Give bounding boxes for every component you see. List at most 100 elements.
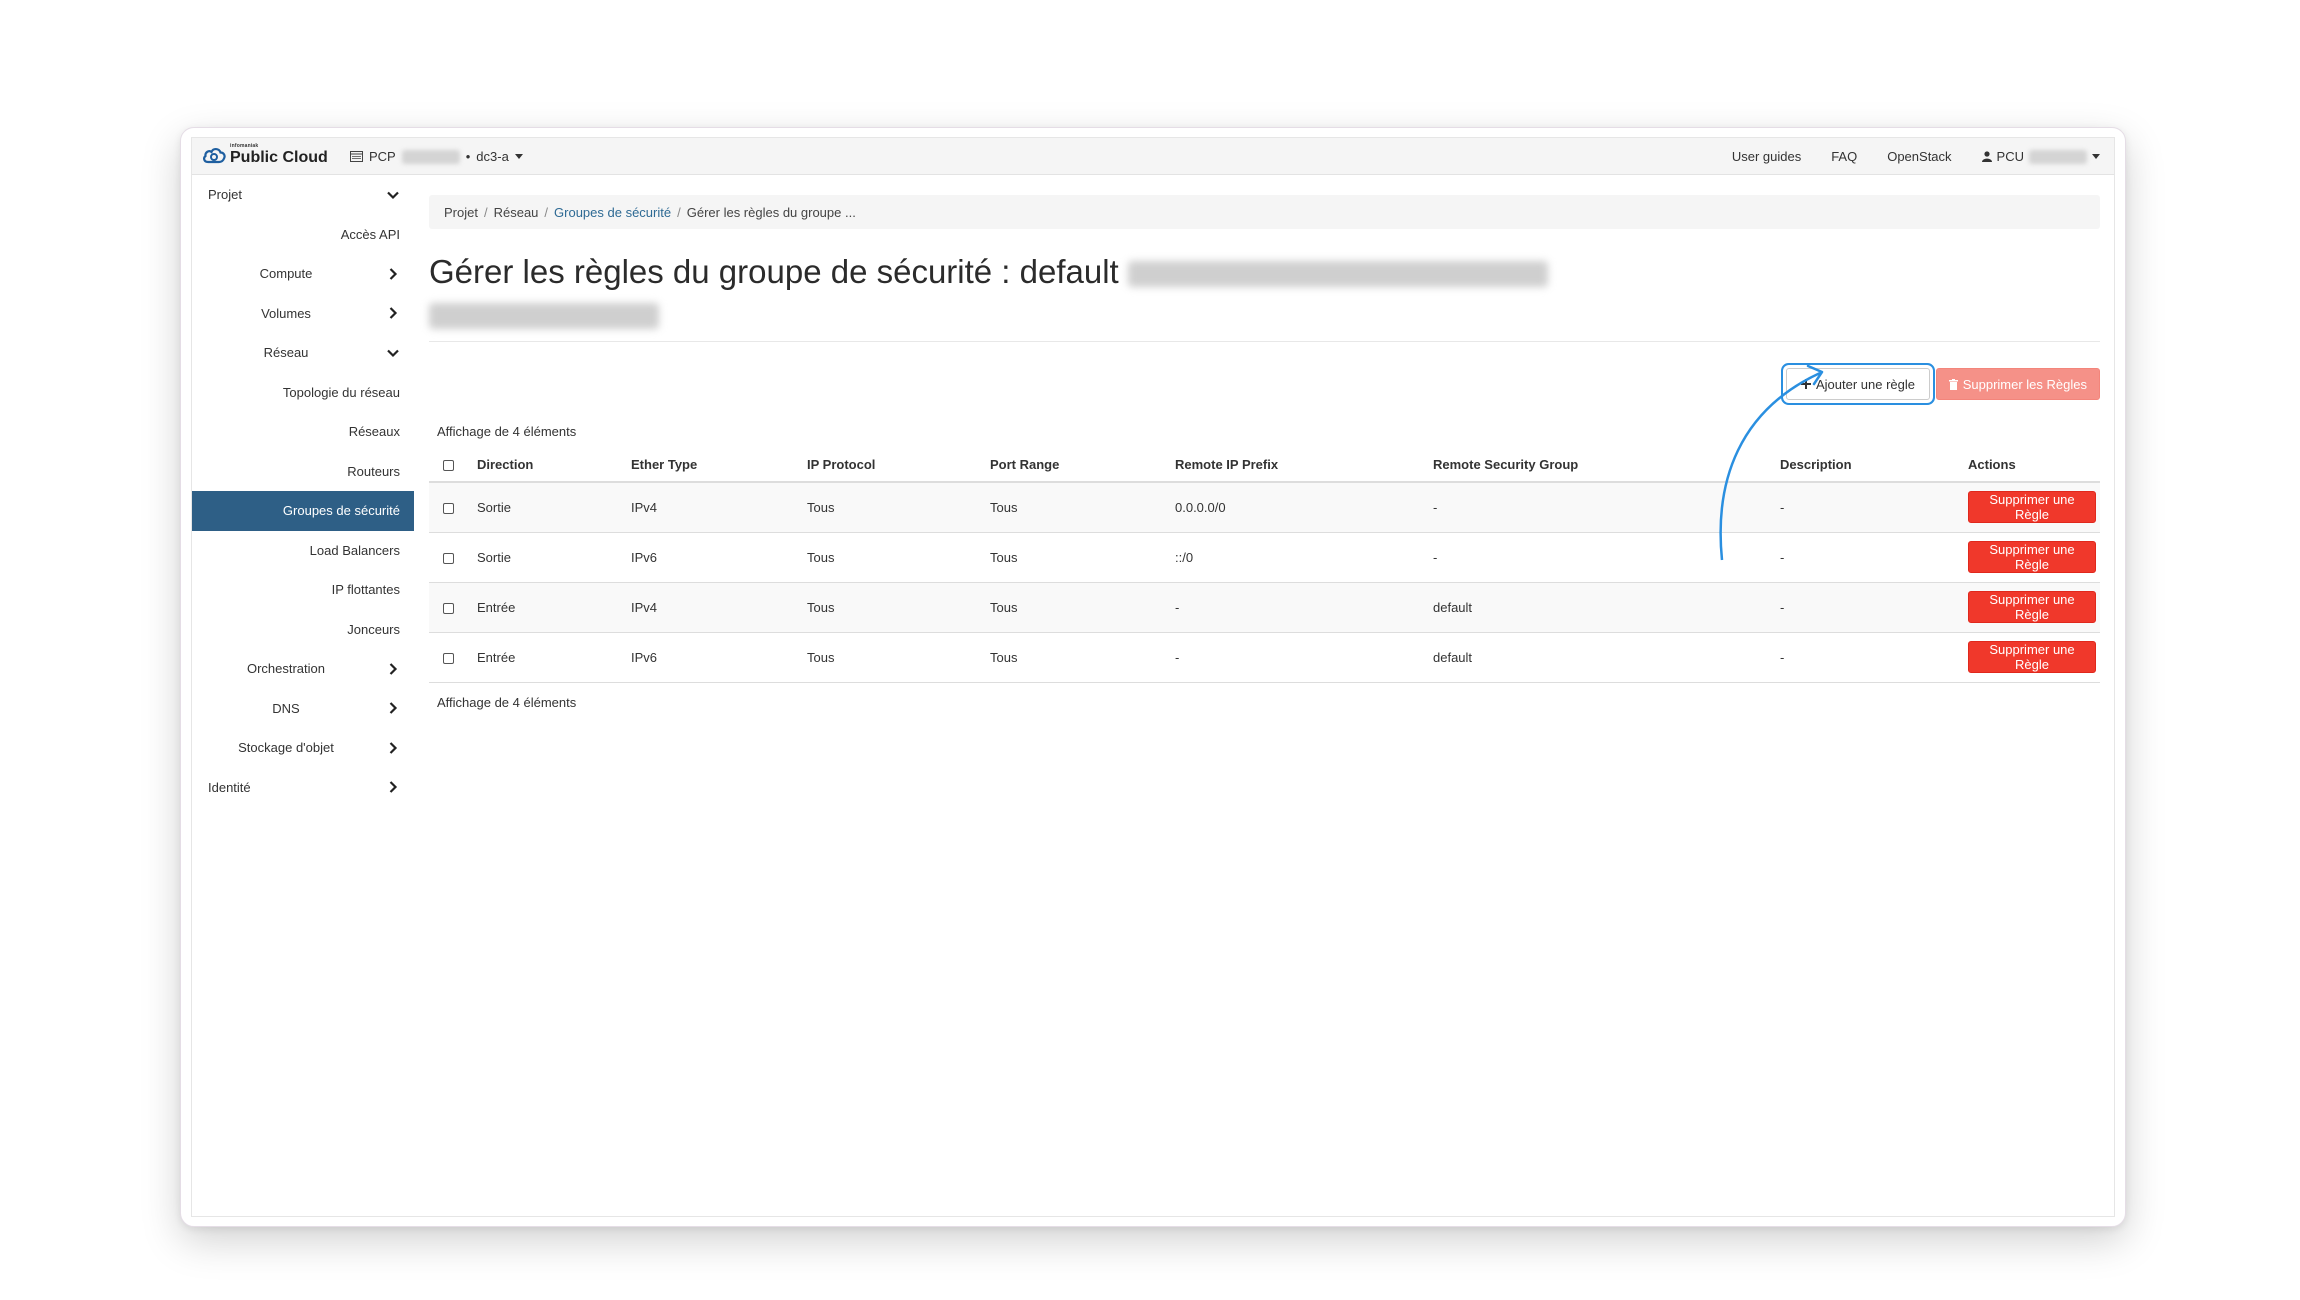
project-id-redacted (401, 149, 460, 164)
cell-remote-security-group: - (1429, 482, 1776, 533)
sidebar-item-compute[interactable]: Compute (192, 254, 414, 294)
chevron-right-icon (389, 662, 398, 675)
delete-rule-button[interactable]: Supprimer une Règle (1968, 641, 2096, 673)
sidebar-item-label: Compute (259, 266, 313, 282)
sidebar-item-label: Projet (208, 187, 242, 203)
delete-rules-button[interactable]: Supprimer les Règles (1935, 368, 2100, 400)
project-selector[interactable]: PCP • dc3-a (350, 149, 523, 164)
top-navbar: infomaniak Public Cloud PCP • dc3-a User (192, 138, 2114, 175)
sidebar-item-label: Jonceurs (347, 621, 400, 637)
sidebar-item-label: Réseaux (348, 424, 400, 440)
sidebar-item-label: Identité (208, 779, 251, 795)
group-id-redacted (1127, 261, 1548, 288)
select-all-checkbox[interactable] (443, 459, 454, 471)
sidebar-item-ip-flottantes[interactable]: IP flottantes (192, 570, 414, 610)
table-header-row: Direction Ether Type IP Protocol Port Ra… (429, 447, 2100, 483)
cell-direction: Sortie (473, 482, 627, 533)
cell-description: - (1776, 532, 1964, 583)
group-id-redacted-line2 (429, 303, 659, 330)
sidebar: Projet Accès API Compute Volumes Réseau Topol… (192, 175, 414, 1216)
trash-icon (1948, 378, 1958, 390)
col-description[interactable]: Description (1776, 447, 1964, 483)
app-frame: infomaniak Public Cloud PCP • dc3-a User (191, 137, 2115, 1217)
sidebar-item-groupes-de-securite[interactable]: Groupes de sécurité (192, 491, 414, 531)
browser-window: infomaniak Public Cloud PCP • dc3-a User (180, 127, 2126, 1227)
sidebar-item-reseau[interactable]: Réseau (192, 333, 414, 373)
cell-description: - (1776, 632, 1964, 683)
cell-remote-security-group: - (1429, 532, 1776, 583)
cell-actions: Supprimer une Règle (1964, 482, 2100, 533)
cell-ether-type: IPv4 (627, 582, 803, 633)
cell-remote-security-group: default (1429, 582, 1776, 633)
breadcrumb: Projet / Réseau / Groupes de sécurité / … (429, 195, 2100, 229)
col-actions: Actions (1964, 447, 2100, 483)
project-icon (350, 151, 363, 162)
sidebar-item-label: Orchestration (246, 661, 326, 677)
link-openstack[interactable]: OpenStack (1887, 149, 1951, 164)
sidebar-item-orchestration[interactable]: Orchestration (192, 649, 414, 689)
cell-actions: Supprimer une Règle (1964, 582, 2100, 633)
row-checkbox[interactable] (443, 552, 454, 564)
sidebar-item-load-balancers[interactable]: Load Balancers (192, 531, 414, 571)
delete-rule-button[interactable]: Supprimer une Règle (1968, 491, 2096, 524)
sidebar-item-volumes[interactable]: Volumes (192, 294, 414, 334)
cloud-logo-icon (203, 147, 226, 164)
sidebar-item-label: Topologie du réseau (282, 384, 400, 400)
link-faq[interactable]: FAQ (1831, 149, 1857, 164)
sidebar-item-identite[interactable]: Identité (192, 768, 414, 808)
table-row: Sortie IPv4 Tous Tous 0.0.0.0/0- - Supprimer u… (429, 482, 2100, 533)
sidebar-item-acces-api[interactable]: Accès API (192, 215, 414, 255)
breadcrumb-item-project[interactable]: Projet (444, 205, 478, 220)
cell-remote-security-group: default (1429, 632, 1776, 683)
project-prefix: PCP (369, 149, 396, 164)
row-select-cell (429, 632, 473, 683)
sidebar-item-jonceurs[interactable]: Jonceurs (192, 610, 414, 650)
row-checkbox[interactable] (443, 652, 454, 664)
col-direction[interactable]: Direction (473, 447, 627, 483)
col-ip-protocol[interactable]: IP Protocol (803, 447, 986, 483)
user-menu[interactable]: PCU (1981, 149, 2100, 164)
cell-ether-type: IPv6 (627, 632, 803, 683)
cell-port-range: Tous (986, 482, 1171, 533)
cell-direction: Entrée (473, 582, 627, 633)
chevron-right-icon (389, 702, 398, 715)
breadcrumb-item-security-groups[interactable]: Groupes de sécurité (554, 205, 671, 220)
sidebar-item-label: DNS (272, 700, 300, 716)
col-ether-type[interactable]: Ether Type (627, 447, 803, 483)
sidebar-item-stockage-d-objet[interactable]: Stockage d'objet (192, 728, 414, 768)
sidebar-item-label: Volumes (261, 305, 311, 321)
cell-port-range: Tous (986, 632, 1171, 683)
sidebar-item-topologie-du-reseau[interactable]: Topologie du réseau (192, 373, 414, 413)
chevron-down-icon (387, 191, 399, 199)
delete-rule-button[interactable]: Supprimer une Règle (1968, 541, 2096, 573)
item-count-top: Affichage de 4 éléments (437, 424, 577, 439)
col-remote-ip-prefix[interactable]: Remote IP Prefix (1171, 447, 1429, 483)
table-row: Entrée IPv4 Tous Tous - default - Supprimer une… (429, 582, 2100, 633)
sidebar-item-label: Routeurs (347, 463, 400, 479)
main-content: Projet / Réseau / Groupes de sécurité / … (429, 175, 2100, 1216)
chevron-right-icon (389, 307, 398, 320)
sidebar-item-projet[interactable]: Projet (192, 175, 414, 215)
plus-icon (1800, 379, 1811, 389)
cell-remote-ip-prefix: 0.0.0.0/0 (1171, 482, 1429, 533)
cell-ether-type: IPv6 (627, 532, 803, 583)
col-remote-security-group[interactable]: Remote Security Group (1429, 447, 1776, 483)
link-user-guides[interactable]: User guides (1732, 149, 1801, 164)
caret-down-icon (2092, 154, 2100, 159)
cell-remote-ip-prefix: ::/0 (1171, 532, 1429, 583)
delete-rule-button[interactable]: Supprimer une Règle (1968, 591, 2096, 623)
add-rule-label: Ajouter une règle (1815, 376, 1915, 392)
sidebar-item-dns[interactable]: DNS (192, 689, 414, 729)
add-rule-button[interactable]: Ajouter une règle (1785, 368, 1930, 400)
sidebar-item-reseaux[interactable]: Réseaux (192, 412, 414, 452)
row-checkbox[interactable] (443, 502, 454, 514)
brand[interactable]: infomaniak Public Cloud (202, 144, 328, 166)
user-prefix: PCU (1996, 149, 2024, 164)
cell-ether-type: IPv4 (627, 482, 803, 533)
chevron-down-icon (387, 349, 399, 357)
col-port-range[interactable]: Port Range (986, 447, 1171, 483)
sidebar-item-routeurs[interactable]: Routeurs (192, 452, 414, 492)
breadcrumb-item-network[interactable]: Réseau (494, 205, 539, 220)
cell-ip-protocol: Tous (803, 632, 986, 683)
row-checkbox[interactable] (443, 602, 454, 614)
